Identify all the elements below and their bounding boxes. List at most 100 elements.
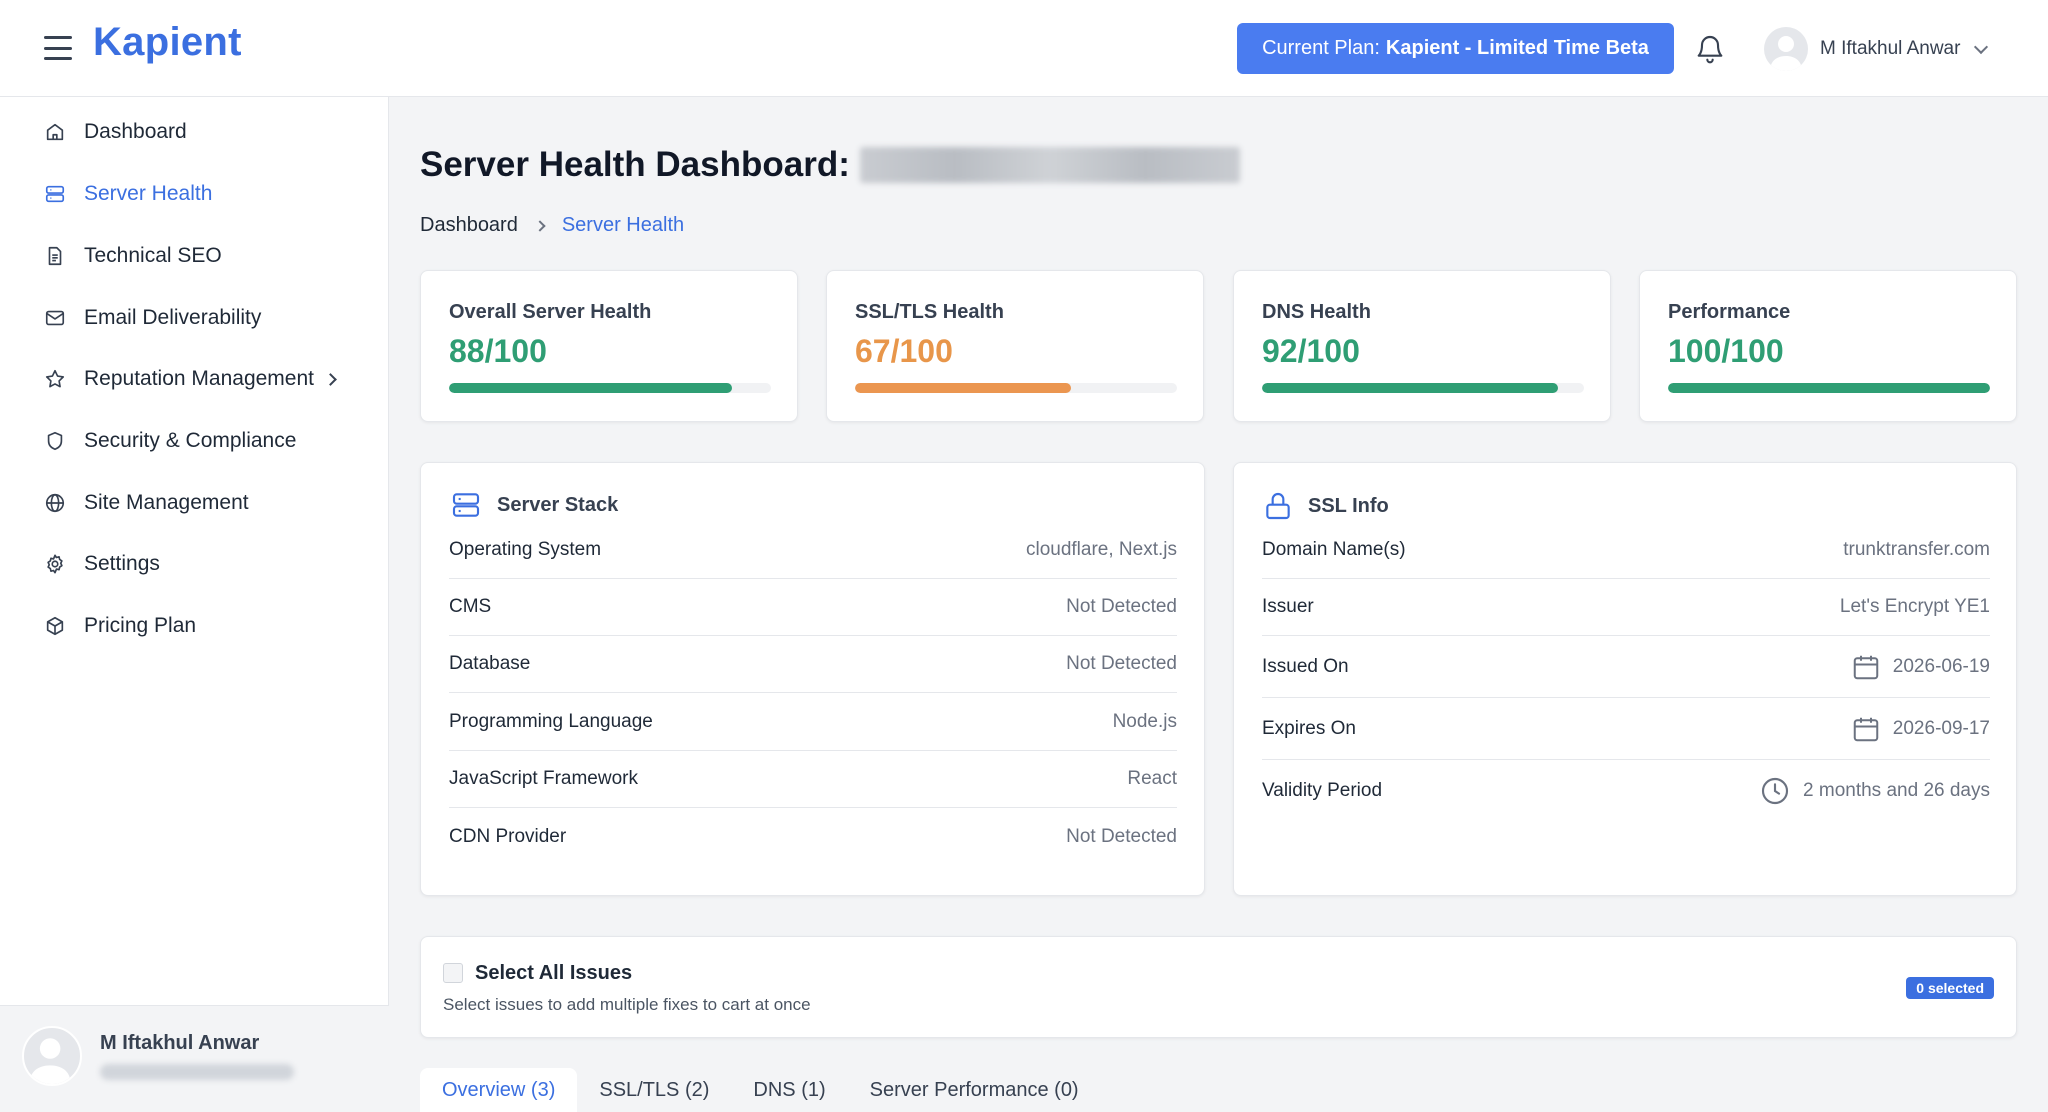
row-key: Issuer xyxy=(1262,596,1314,617)
sidebar-item-label: Email Deliverability xyxy=(84,306,262,329)
sidebar: Dashboard Server Health Technical SEO Em… xyxy=(0,97,389,1112)
row-value-with-icon: 2026-06-19 xyxy=(1851,652,1990,682)
server-stack-row: Operating System cloudflare, Next.js xyxy=(449,522,1177,579)
row-key: CDN Provider xyxy=(449,825,567,847)
row-value: Not Detected xyxy=(1066,653,1177,674)
page-title: Server Health Dashboard: xyxy=(420,145,1240,185)
sidebar-item-label: Reputation Management xyxy=(84,367,314,390)
sidebar-item-technical-seo[interactable]: Technical SEO xyxy=(44,240,222,272)
row-value: Let's Encrypt YE1 xyxy=(1839,596,1990,617)
row-value-with-icon: 2 months and 26 days xyxy=(1759,775,1990,807)
score-value: 92/100 xyxy=(1262,333,1360,369)
sidebar-item-label: Technical SEO xyxy=(84,244,222,267)
app-logo[interactable]: Kapient xyxy=(93,20,242,65)
calendar-icon xyxy=(1853,655,1879,679)
row-key: Validity Period xyxy=(1262,780,1383,801)
row-key: CMS xyxy=(449,596,492,617)
globe-icon xyxy=(45,493,65,513)
section-title: SSL Info xyxy=(1262,489,1389,523)
row-key: Programming Language xyxy=(449,711,653,732)
chevron-right-icon xyxy=(324,372,337,386)
score-progress-fill xyxy=(449,383,733,393)
expires-on-value: 2026-09-17 xyxy=(1892,717,1990,739)
sidebar-item-settings[interactable]: Settings xyxy=(44,548,160,580)
score-progress-fill xyxy=(1668,383,1990,393)
score-value: 88/100 xyxy=(449,333,547,369)
gear-icon xyxy=(47,554,63,574)
plan-prefix: Current Plan: xyxy=(1262,37,1380,59)
row-key: Operating System xyxy=(449,539,602,560)
chevron-down-icon xyxy=(1974,39,1989,54)
score-label: Overall Server Health xyxy=(449,301,652,323)
page-title-text: Server Health Dashboard: xyxy=(420,145,850,184)
server-stack-row: JavaScript Framework React xyxy=(449,751,1177,808)
issue-tabs: Overview (3) SSL/TLS (2) DNS (1) Server … xyxy=(420,1068,1101,1112)
score-progress-fill xyxy=(855,383,1071,393)
hamburger-menu-icon[interactable] xyxy=(44,36,72,60)
ssl-info-row: Expires On 2026-09-17 xyxy=(1262,698,1990,760)
row-value: cloudflare, Next.js xyxy=(1025,539,1177,560)
score-value: 67/100 xyxy=(855,333,953,369)
row-value: Not Detected xyxy=(1066,825,1177,847)
server-stack-row: Database Not Detected xyxy=(449,636,1177,693)
section-title: Server Stack xyxy=(449,489,618,521)
row-value: trunktransfer.com xyxy=(1843,539,1990,560)
sidebar-item-dashboard[interactable]: Dashboard xyxy=(44,116,187,148)
breadcrumb-dashboard[interactable]: Dashboard xyxy=(420,214,518,237)
row-key: JavaScript Framework xyxy=(449,768,638,789)
user-menu[interactable]: M Iftakhul Anwar xyxy=(1764,27,1989,71)
server-icon xyxy=(452,493,480,517)
sidebar-user-card[interactable]: M Iftakhul Anwar xyxy=(0,1005,389,1112)
score-progress-fill xyxy=(1262,383,1559,393)
ssl-info-row: Issuer Let's Encrypt YE1 xyxy=(1262,579,1990,636)
sidebar-item-security-compliance[interactable]: Security & Compliance xyxy=(44,425,296,457)
ssl-info-card: SSL Info Domain Name(s) trunktransfer.co… xyxy=(1233,462,2017,896)
calendar-icon xyxy=(1853,717,1879,741)
score-label: DNS Health xyxy=(1262,301,1371,323)
tab-overview[interactable]: Overview (3) xyxy=(420,1068,578,1112)
sidebar-item-site-management[interactable]: Site Management xyxy=(44,487,249,519)
sidebar-item-label: Security & Compliance xyxy=(84,429,297,452)
row-key: Domain Name(s) xyxy=(1262,539,1406,560)
server-icon xyxy=(45,185,65,203)
score-progress-bar xyxy=(449,383,771,393)
sidebar-item-email-deliverability[interactable]: Email Deliverability xyxy=(44,302,261,334)
bell-icon[interactable] xyxy=(1694,32,1726,66)
cube-icon xyxy=(46,616,64,636)
sidebar-item-reputation-management[interactable]: Reputation Management xyxy=(44,363,337,395)
sidebar-item-label: Server Health xyxy=(84,182,213,205)
row-key: Issued On xyxy=(1262,655,1349,677)
ssl-info-row: Domain Name(s) trunktransfer.com xyxy=(1262,522,1990,579)
select-all-checkbox[interactable] xyxy=(443,963,463,983)
score-progress-bar xyxy=(1262,383,1584,393)
sidebar-item-label: Settings xyxy=(84,552,160,575)
tab-server-performance[interactable]: Server Performance (0) xyxy=(848,1068,1101,1112)
row-value: Node.js xyxy=(1112,711,1177,732)
row-value: React xyxy=(1127,768,1177,789)
score-progress-bar xyxy=(1668,383,1990,393)
clock-icon xyxy=(1761,777,1789,805)
select-all-label[interactable]: Select All Issues xyxy=(475,962,632,985)
score-card-dns: DNS Health 92/100 xyxy=(1233,270,1611,422)
ssl-info-row: Validity Period 2 months and 26 days xyxy=(1262,760,1990,822)
selected-count-badge: 0 selected xyxy=(1906,977,1994,999)
tab-ssl-tls[interactable]: SSL/TLS (2) xyxy=(577,1068,731,1112)
chevron-right-icon xyxy=(534,219,546,232)
plan-name: Kapient - Limited Time Beta xyxy=(1385,37,1649,59)
row-key: Database xyxy=(449,653,531,674)
tab-dns[interactable]: DNS (1) xyxy=(731,1068,847,1112)
sidebar-item-pricing-plan[interactable]: Pricing Plan xyxy=(44,610,196,642)
current-plan-button[interactable]: Current Plan: Kapient - Limited Time Bet… xyxy=(1237,23,1674,74)
sidebar-item-server-health[interactable]: Server Health xyxy=(44,178,212,210)
mail-icon xyxy=(45,310,65,326)
breadcrumb: Dashboard Server Health xyxy=(420,214,684,237)
ssl-info-row: Issued On 2026-06-19 xyxy=(1262,636,1990,698)
breadcrumb-current: Server Health xyxy=(561,214,685,236)
score-label: SSL/TLS Health xyxy=(855,301,1004,323)
sidebar-item-label: Pricing Plan xyxy=(84,614,197,637)
server-stack-row: Programming Language Node.js xyxy=(449,694,1177,751)
home-icon xyxy=(46,123,64,141)
sidebar-item-label: Site Management xyxy=(84,491,249,514)
ssl-info-title: SSL Info xyxy=(1308,494,1389,517)
issued-on-value: 2026-06-19 xyxy=(1892,655,1990,677)
